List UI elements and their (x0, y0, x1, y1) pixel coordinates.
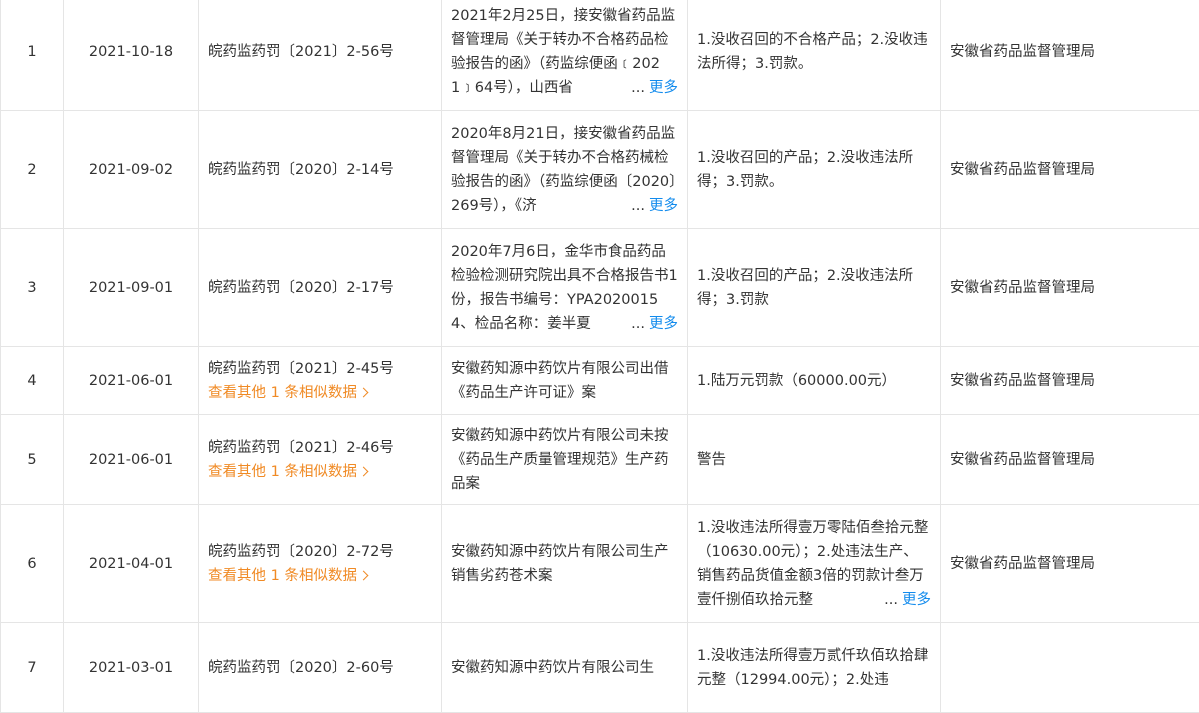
similar-data-link[interactable]: 查看其他 1 条相似数据 (208, 464, 367, 480)
chevron-right-icon (359, 570, 369, 580)
penalty-cell: 1.没收召回的产品；2.没收违法所得；3.罚款。 (688, 111, 941, 229)
table-row: 52021-06-01皖药监药罚〔2021〕2-46号查看其他 1 条相似数据安… (1, 415, 1199, 505)
decision-date: 2021-03-01 (64, 623, 199, 713)
row-number: 4 (1, 347, 64, 415)
row-number: 3 (1, 229, 64, 347)
chevron-right-icon (359, 466, 369, 476)
table-row: 62021-04-01皖药监药罚〔2020〕2-72号查看其他 1 条相似数据安… (1, 505, 1199, 623)
doc-number: 皖药监药罚〔2021〕2-46号 (208, 436, 432, 460)
doc-number: 皖药监药罚〔2020〕2-14号 (208, 158, 432, 182)
doc-number: 皖药监药罚〔2020〕2-72号 (208, 540, 432, 564)
row-number: 5 (1, 415, 64, 505)
penalty-content: 1.没收召回的产品；2.没收违法所得；3.罚款 (697, 264, 931, 312)
authority-cell: 安徽省药品监督管理局 (941, 0, 1199, 111)
authority-cell (941, 623, 1199, 713)
decision-date: 2021-10-18 (64, 0, 199, 111)
authority-cell: 安徽省药品监督管理局 (941, 111, 1199, 229)
authority-cell: 安徽省药品监督管理局 (941, 229, 1199, 347)
penalty-cell: 1.没收违法所得壹万零陆佰叁拾元整（10630.00元）；2.处违法生产、销售药… (688, 505, 941, 623)
case-description: 安徽药知源中药饮片有限公司未按《药品生产质量管理规范》生产药品案 (451, 424, 678, 496)
table-body: 12021-10-18 皖药监药罚〔2021〕2-56号 2021年2月25日，接安… (1, 0, 1199, 713)
table-row: 72021-03-01 皖药监药罚〔2020〕2-60号安徽药知源中药饮片有限公司… (1, 623, 1199, 713)
doc-number: 皖药监药罚〔2020〕2-60号 (208, 656, 432, 680)
penalty-content: 1.没收召回的产品；2.没收违法所得；3.罚款。 (697, 146, 931, 194)
penalty-content: 1.陆万元罚款（60000.00元） (697, 369, 931, 393)
similar-data-link[interactable]: 查看其他 1 条相似数据 (208, 385, 367, 401)
case-cell: 2020年7月6日，金华市食品药品检验检测研究院出具不合格报告书1份，报告书编号… (442, 229, 688, 347)
penalty-cell: 1.没收违法所得壹万贰仟玖佰玖拾肆元整（12994.00元）；2.处违 (688, 623, 941, 713)
similar-data-link[interactable]: 查看其他 1 条相似数据 (208, 568, 367, 584)
case-cell: 安徽药知源中药饮片有限公司出借《药品生产许可证》案 (442, 347, 688, 415)
case-description: 安徽药知源中药饮片有限公司生产销售劣药苍术案 (451, 540, 678, 588)
doc-number: 皖药监药罚〔2020〕2-17号 (208, 276, 432, 300)
more-link[interactable]: 更多 (649, 198, 678, 214)
authority: 安徽省药品监督管理局 (950, 44, 1095, 60)
penalty-table: 12021-10-18 皖药监药罚〔2021〕2-56号 2021年2月25日，接安… (0, 0, 1199, 713)
case-description: 安徽药知源中药饮片有限公司生 (451, 656, 678, 680)
doc-number: 皖药监药罚〔2021〕2-56号 (208, 40, 432, 64)
decision-date: 2021-09-02 (64, 111, 199, 229)
doc-number-cell: 皖药监药罚〔2020〕2-17号 (199, 229, 442, 347)
table-row: 22021-09-02 皖药监药罚〔2020〕2-14号 2020年8月21日，接安… (1, 111, 1199, 229)
row-number: 2 (1, 111, 64, 229)
decision-date: 2021-04-01 (64, 505, 199, 623)
decision-date: 2021-06-01 (64, 415, 199, 505)
penalty-content: 警告 (697, 448, 931, 472)
authority: 安徽省药品监督管理局 (950, 452, 1095, 468)
penalty-cell: 1.没收召回的不合格产品；2.没收违法所得；3.罚款。 (688, 0, 941, 111)
more-link[interactable]: 更多 (902, 592, 931, 608)
case-cell: 安徽药知源中药饮片有限公司生 (442, 623, 688, 713)
authority: 安徽省药品监督管理局 (950, 556, 1095, 572)
doc-number-cell: 皖药监药罚〔2020〕2-72号查看其他 1 条相似数据 (199, 505, 442, 623)
doc-number-cell: 皖药监药罚〔2021〕2-46号查看其他 1 条相似数据 (199, 415, 442, 505)
case-cell: 安徽药知源中药饮片有限公司未按《药品生产质量管理规范》生产药品案 (442, 415, 688, 505)
case-cell: 2020年8月21日，接安徽省药品监督管理局《关于转办不合格药械检验报告的函》（… (442, 111, 688, 229)
row-number: 7 (1, 623, 64, 713)
case-description: 安徽药知源中药饮片有限公司出借《药品生产许可证》案 (451, 357, 678, 405)
decision-date: 2021-06-01 (64, 347, 199, 415)
penalty-cell: 警告 (688, 415, 941, 505)
doc-number-cell: 皖药监药罚〔2020〕2-14号 (199, 111, 442, 229)
more-link[interactable]: 更多 (649, 316, 678, 332)
case-cell: 安徽药知源中药饮片有限公司生产销售劣药苍术案 (442, 505, 688, 623)
table-row: 32021-09-01 皖药监药罚〔2020〕2-17号 2020年7月6日，金华市… (1, 229, 1199, 347)
penalty-content: 1.没收召回的不合格产品；2.没收违法所得；3.罚款。 (697, 28, 931, 76)
table-row: 12021-10-18 皖药监药罚〔2021〕2-56号 2021年2月25日，接安… (1, 0, 1199, 111)
table-row: 42021-06-01皖药监药罚〔2021〕2-45号查看其他 1 条相似数据安… (1, 347, 1199, 415)
doc-number-cell: 皖药监药罚〔2021〕2-45号查看其他 1 条相似数据 (199, 347, 442, 415)
case-cell: 2021年2月25日，接安徽省药品监督管理局《关于转办不合格药品检验报告的函》（… (442, 0, 688, 111)
chevron-right-icon (359, 387, 369, 397)
decision-date: 2021-09-01 (64, 229, 199, 347)
penalty-cell: 1.没收召回的产品；2.没收违法所得；3.罚款 (688, 229, 941, 347)
authority-cell: 安徽省药品监督管理局 (941, 347, 1199, 415)
authority-cell: 安徽省药品监督管理局 (941, 415, 1199, 505)
penalty-cell: 1.陆万元罚款（60000.00元） (688, 347, 941, 415)
penalty-content: 1.没收违法所得壹万贰仟玖佰玖拾肆元整（12994.00元）；2.处违 (697, 644, 931, 692)
authority: 安徽省药品监督管理局 (950, 280, 1095, 296)
authority: 安徽省药品监督管理局 (950, 162, 1095, 178)
doc-number-cell: 皖药监药罚〔2021〕2-56号 (199, 0, 442, 111)
doc-number: 皖药监药罚〔2021〕2-45号 (208, 357, 432, 381)
authority-cell: 安徽省药品监督管理局 (941, 505, 1199, 623)
row-number: 1 (1, 0, 64, 111)
authority: 安徽省药品监督管理局 (950, 373, 1095, 389)
more-link[interactable]: 更多 (649, 80, 678, 96)
row-number: 6 (1, 505, 64, 623)
doc-number-cell: 皖药监药罚〔2020〕2-60号 (199, 623, 442, 713)
